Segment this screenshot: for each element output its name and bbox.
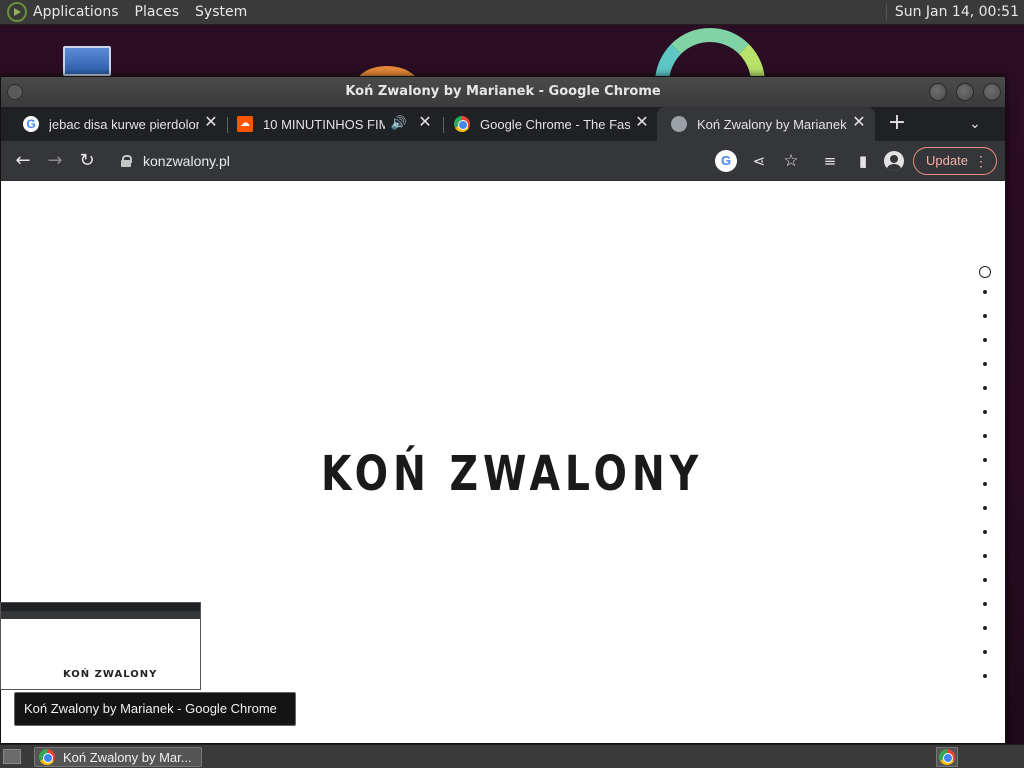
workspace-switcher[interactable]: [936, 747, 958, 767]
speaker-icon[interactable]: 🔊: [391, 115, 407, 131]
lock-icon[interactable]: [121, 155, 132, 167]
address-bar[interactable]: konzwalony.pl: [113, 146, 813, 176]
places-menu[interactable]: Places: [135, 4, 180, 20]
site-logo: KOŃ ZWALONY: [321, 446, 704, 502]
chrome-icon: [39, 749, 55, 765]
distro-logo-icon[interactable]: [7, 2, 27, 22]
nav-dot[interactable]: [983, 530, 987, 534]
google-lens-icon[interactable]: G: [715, 150, 737, 172]
back-button[interactable]: ←: [11, 149, 35, 173]
tab-title: 10 MINUTINHOS FIM DE: [263, 116, 385, 132]
tab-title: Google Chrome - The Fast: [480, 116, 630, 132]
tab-title: Koń Zwalony by Marianek: [697, 116, 847, 132]
close-icon[interactable]: ✕: [417, 115, 433, 131]
computer-desktop-icon[interactable]: [63, 46, 111, 76]
bottom-panel: Koń Zwalony by Mar...: [0, 744, 1024, 768]
close-icon[interactable]: ✕: [634, 115, 650, 131]
browser-toolbar: ← → ↻ konzwalony.pl G ⋖ ☆ ≡ ▮ Update ⋮: [1, 141, 1005, 181]
nav-dot[interactable]: [983, 434, 987, 438]
kebab-menu-icon[interactable]: ⋮: [974, 148, 988, 174]
google-icon: G: [23, 116, 39, 132]
profile-avatar-icon[interactable]: [884, 151, 904, 171]
side-panel-icon[interactable]: ▮: [851, 149, 875, 173]
nav-dot[interactable]: [983, 386, 987, 390]
tab-google-chrome[interactable]: Google Chrome - The Fast ✕: [440, 107, 658, 141]
tab-kon-zwalony[interactable]: Koń Zwalony by Marianek ✕: [657, 107, 875, 141]
chrome-icon: [939, 749, 955, 765]
nav-dot-active[interactable]: [979, 266, 991, 278]
tab-title: jebac disa kurwe pierdolona: [49, 116, 199, 132]
system-menu[interactable]: System: [195, 4, 247, 20]
nav-dot[interactable]: [983, 554, 987, 558]
window-titlebar[interactable]: Koń Zwalony by Marianek - Google Chrome: [1, 77, 1005, 107]
nav-dot[interactable]: [983, 458, 987, 462]
minimize-button[interactable]: [929, 83, 947, 101]
tab-search-button[interactable]: ⌄: [963, 112, 987, 136]
nav-dot[interactable]: [983, 650, 987, 654]
forward-button[interactable]: →: [43, 149, 67, 173]
close-window-button[interactable]: [983, 83, 1001, 101]
bookmark-star-icon[interactable]: ☆: [779, 149, 803, 173]
reload-button[interactable]: ↻: [75, 149, 99, 173]
close-icon[interactable]: ✕: [851, 115, 867, 131]
window-title: Koń Zwalony by Marianek - Google Chrome: [345, 84, 661, 99]
nav-dot[interactable]: [983, 602, 987, 606]
nav-dot[interactable]: [983, 578, 987, 582]
update-label: Update: [926, 153, 968, 168]
url-text[interactable]: konzwalony.pl: [143, 153, 230, 169]
preview-tabstrip: [1, 603, 200, 611]
taskbar-window-button[interactable]: Koń Zwalony by Mar...: [34, 747, 202, 767]
soundcloud-icon: ☁: [237, 116, 253, 132]
nav-dot[interactable]: [983, 314, 987, 318]
taskbar-window-label: Koń Zwalony by Mar...: [63, 749, 192, 765]
nav-dot[interactable]: [983, 410, 987, 414]
preview-toolbar: [1, 611, 200, 619]
maximize-button[interactable]: [956, 83, 974, 101]
new-tab-button[interactable]: +: [885, 112, 909, 136]
nav-dot[interactable]: [983, 290, 987, 294]
chrome-icon: [454, 116, 470, 132]
globe-icon: [671, 116, 687, 132]
window-preview-thumbnail[interactable]: KOŃ ZWALONY: [0, 602, 201, 690]
tab-soundcloud[interactable]: ☁ 10 MINUTINHOS FIM DE 🔊 ✕: [223, 107, 441, 141]
tab-strip: G jebac disa kurwe pierdolona ✕ ☁ 10 MIN…: [1, 107, 1005, 141]
nav-dot[interactable]: [983, 626, 987, 630]
window-menu-button[interactable]: [7, 84, 23, 100]
close-icon[interactable]: ✕: [203, 115, 219, 131]
applications-menu[interactable]: Applications: [33, 4, 119, 20]
top-panel: Applications Places System Sun Jan 14, 0…: [0, 0, 1024, 25]
section-dot-navigation: [979, 266, 993, 698]
nav-dot[interactable]: [983, 362, 987, 366]
nav-dot[interactable]: [983, 338, 987, 342]
share-icon[interactable]: ⋖: [747, 149, 771, 173]
nav-dot[interactable]: [983, 482, 987, 486]
window-tooltip: Koń Zwalony by Marianek - Google Chrome: [14, 692, 296, 726]
update-button[interactable]: Update ⋮: [913, 147, 997, 175]
preview-logo: KOŃ ZWALONY: [63, 669, 158, 680]
tab-google-search[interactable]: G jebac disa kurwe pierdolona ✕: [9, 107, 227, 141]
show-desktop-button[interactable]: [3, 749, 21, 764]
media-controls-icon[interactable]: ≡: [818, 149, 842, 173]
nav-dot[interactable]: [983, 674, 987, 678]
nav-dot[interactable]: [983, 506, 987, 510]
panel-clock[interactable]: Sun Jan 14, 00:51: [885, 4, 1019, 20]
